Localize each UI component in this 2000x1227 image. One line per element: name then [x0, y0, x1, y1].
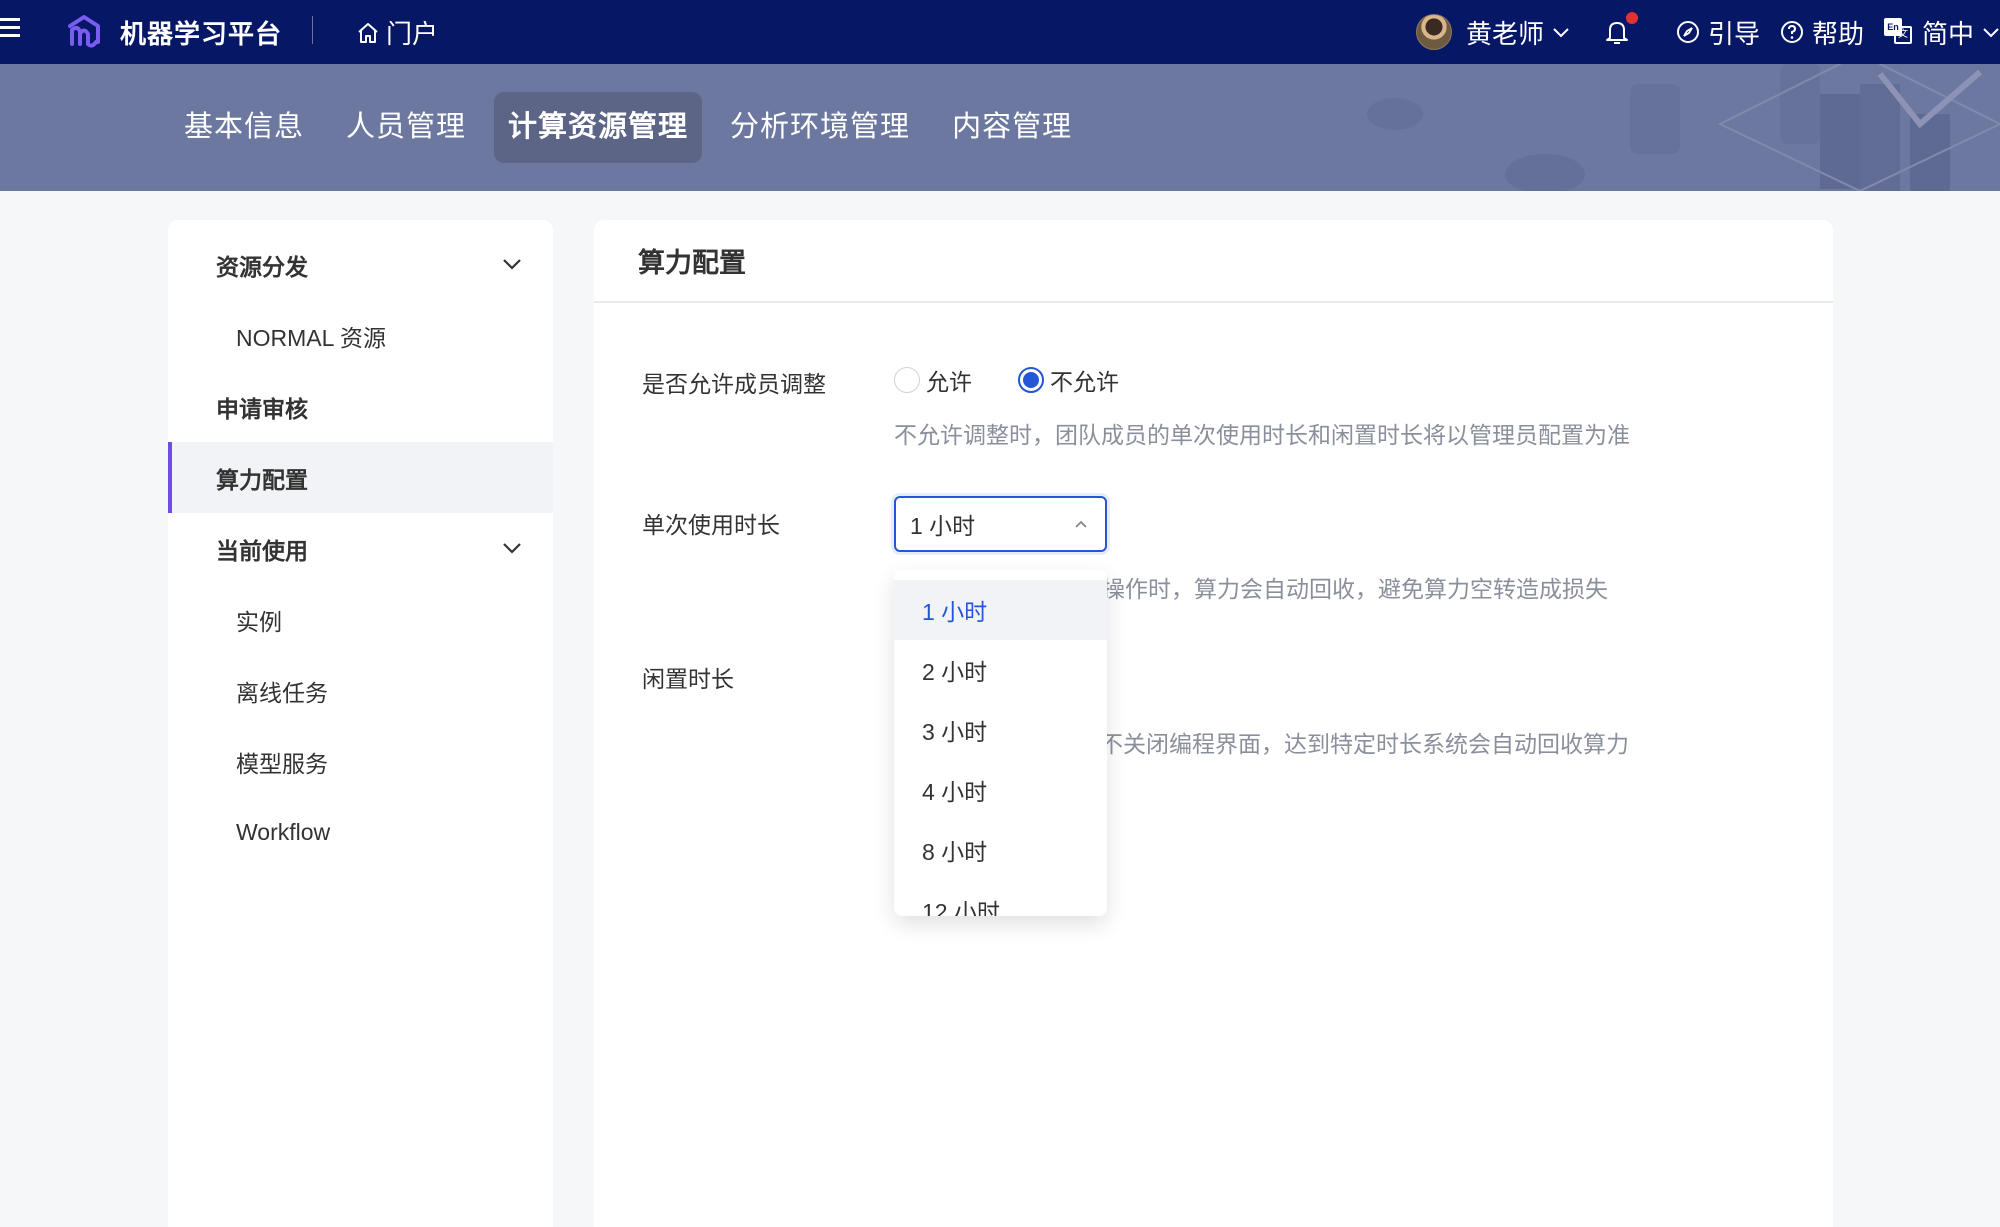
- sidebar-item-label: 实例: [236, 608, 282, 635]
- panel-header: 算力配置: [594, 220, 1833, 303]
- chevron-down-icon: [1983, 28, 1999, 38]
- idle-duration-label: 闲置时长: [642, 666, 734, 692]
- help-circle-icon: [1780, 21, 1803, 43]
- dropdown-option-4h[interactable]: 4 小时: [894, 760, 1107, 820]
- radio-label: 不允许: [1050, 369, 1119, 395]
- dropdown-option-3h[interactable]: 3 小时: [894, 700, 1107, 760]
- sidebar-item-workflow[interactable]: Workflow: [168, 797, 553, 868]
- user-avatar[interactable]: [1415, 14, 1452, 50]
- sidebar-item-label: Workflow: [236, 819, 331, 845]
- chevron-down-icon: [1553, 28, 1569, 38]
- user-menu[interactable]: 黄老师: [1466, 14, 1570, 51]
- page-title: 算力配置: [638, 248, 746, 278]
- radio-label: 允许: [926, 369, 972, 395]
- tab-basic-info[interactable]: 基本信息: [170, 92, 318, 163]
- section-banner: 基本信息 人员管理 计算资源管理 分析环境管理 内容管理: [0, 64, 2000, 191]
- sidebar-item-current-usage[interactable]: 当前使用: [168, 513, 553, 584]
- app-title[interactable]: 机器学习平台: [120, 14, 282, 51]
- chevron-up-icon: [1075, 520, 1087, 528]
- dropdown-option-2h[interactable]: 2 小时: [894, 640, 1107, 700]
- user-name: 黄老师: [1465, 18, 1544, 49]
- allow-adjust-label: 是否允许成员调整: [642, 371, 826, 397]
- sidebar-item-label: 申请审核: [216, 395, 308, 422]
- single-use-duration-hint: 操作时，算力会自动回收，避免算力空转造成损失: [1102, 576, 1608, 602]
- radio-allow[interactable]: 允许: [894, 363, 972, 397]
- sidebar-item-instances[interactable]: 实例: [168, 584, 553, 655]
- notification-bell[interactable]: [1604, 12, 1638, 46]
- portal-label: 门户: [386, 19, 439, 49]
- sidebar-item-model-services[interactable]: 模型服务: [168, 726, 553, 797]
- sidebar-item-application-review[interactable]: 申请审核: [168, 371, 553, 442]
- section-tabs: 基本信息 人员管理 计算资源管理 分析环境管理 内容管理: [170, 92, 1086, 163]
- sidebar-item-label: 资源分发: [216, 253, 308, 280]
- topbar-tools: 黄老师 引导 帮助 文 En 简中: [1415, 0, 2000, 64]
- top-navigation-bar: 机器学习平台 门户 黄老师 引导 帮助 文 En 简中: [0, 0, 2000, 64]
- sidebar-item-compute-config[interactable]: 算力配置: [168, 442, 553, 513]
- idle-duration-hint: 不关闭编程界面，达到特定时长系统会自动回收算力: [1100, 731, 1629, 757]
- language-selector[interactable]: 文 En 简中: [1883, 14, 2000, 51]
- platform-logo-icon: [68, 15, 100, 48]
- sidebar-item-label: NORMAL 资源: [236, 324, 386, 351]
- translate-icon: 文 En: [1883, 18, 1914, 46]
- portal-link[interactable]: 门户: [356, 14, 438, 51]
- compute-config-panel: 算力配置 是否允许成员调整 允许 不允许 不允许调整时，团队成员的单次使用时长和…: [594, 220, 1833, 1227]
- tab-people-management[interactable]: 人员管理: [332, 92, 480, 163]
- radio-circle: [894, 367, 920, 393]
- banner-illustration: [1367, 64, 2000, 191]
- notification-badge: [1625, 12, 1638, 24]
- sidebar-item-label: 离线任务: [236, 679, 328, 706]
- guide-button[interactable]: 引导: [1676, 14, 1760, 51]
- tab-analysis-env-management[interactable]: 分析环境管理: [716, 92, 924, 163]
- help-button[interactable]: 帮助: [1780, 14, 1864, 51]
- sidebar-item-label: 当前使用: [216, 537, 308, 564]
- dropdown-option-1h[interactable]: 1 小时: [894, 580, 1107, 640]
- hamburger-menu-icon[interactable]: [0, 18, 22, 42]
- select-value: 1 小时: [910, 513, 976, 539]
- single-use-duration-label: 单次使用时长: [642, 512, 780, 538]
- sidebar-item-normal-resource[interactable]: NORMAL 资源: [168, 300, 553, 371]
- chevron-down-icon: [503, 543, 521, 554]
- sidebar-item-resource-distribution[interactable]: 资源分发: [168, 229, 553, 300]
- tab-compute-resource-management[interactable]: 计算资源管理: [494, 92, 703, 163]
- guide-label: 引导: [1707, 18, 1760, 49]
- bell-icon: [1605, 22, 1628, 44]
- sidebar-item-label: 算力配置: [216, 466, 308, 493]
- sidebar: 资源分发 NORMAL 资源 申请审核 算力配置 当前使用 实例 离线任务 模型…: [168, 220, 553, 1227]
- home-icon: [358, 22, 378, 43]
- compass-icon: [1676, 21, 1699, 43]
- divider: [312, 16, 313, 44]
- chevron-down-icon: [503, 259, 521, 270]
- sidebar-item-offline-tasks[interactable]: 离线任务: [168, 655, 553, 726]
- radio-disallow[interactable]: 不允许: [1018, 363, 1119, 397]
- sidebar-item-label: 模型服务: [236, 750, 328, 777]
- dropdown-option-8h[interactable]: 8 小时: [894, 820, 1107, 880]
- duration-dropdown-menu: 1 小时 2 小时 3 小时 4 小时 8 小时 12 小时: [894, 570, 1107, 916]
- allow-adjust-hint: 不允许调整时，团队成员的单次使用时长和闲置时长将以管理员配置为准: [894, 422, 1630, 448]
- allow-adjust-radio-group: 允许 不允许: [894, 363, 1165, 397]
- language-label: 简中: [1921, 18, 1974, 49]
- single-use-duration-select[interactable]: 1 小时: [894, 496, 1107, 552]
- radio-circle: [1018, 367, 1044, 393]
- dropdown-option-12h[interactable]: 12 小时: [894, 880, 1107, 916]
- tab-content-management[interactable]: 内容管理: [938, 92, 1086, 163]
- help-label: 帮助: [1811, 18, 1864, 49]
